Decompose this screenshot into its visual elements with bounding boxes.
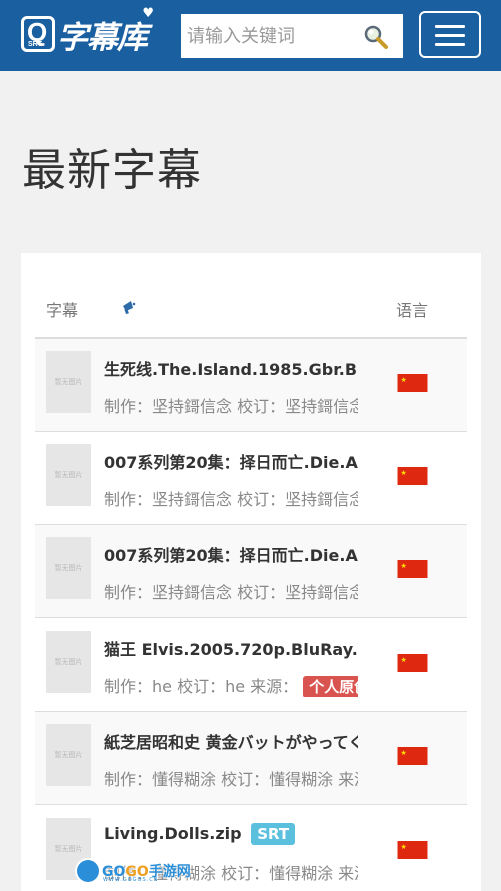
format-badge: SRT — [251, 823, 296, 845]
search-box — [181, 14, 403, 58]
subtitle-meta: 制作：he 校订：he 来源： 个人原创 — [104, 673, 358, 697]
svg-text:★: ★ — [401, 376, 407, 384]
subtitle-title-link[interactable]: 生死线.The.Island.1985.Gbr.BluRay — [104, 356, 358, 380]
china-flag-icon: ★ — [397, 747, 428, 765]
svg-text:★: ★ — [401, 843, 407, 851]
watermark-subtext: WWW.GOGOS.CN — [103, 877, 159, 883]
svg-text:★: ★ — [401, 749, 407, 757]
subtitle-meta: 制作：坚持鎶信念 校订：坚持鎶信念 — [104, 583, 358, 602]
table-row[interactable]: 暂无图片 007系列第20集：择日而亡.Die.Another 制作：坚持鎶信念… — [35, 525, 467, 618]
search-icon[interactable] — [363, 24, 389, 50]
source-tag: 个人原创 — [303, 676, 358, 697]
table-row[interactable]: 暂无图片 生死线.The.Island.1985.Gbr.BluRay 制作：坚… — [35, 339, 467, 432]
thumbnail-placeholder: 暂无图片 — [46, 444, 91, 506]
subtitle-title-link[interactable]: 紙芝居昭和史 黄金バットがやってくる — [104, 729, 358, 753]
thumbnail-placeholder: 暂无图片 — [46, 724, 91, 786]
subtitle-meta: 制作：坚持鎶信念 校订：坚持鎶信念 — [104, 397, 358, 416]
site-logo[interactable]: Q SRT 字幕库 ♥ — [21, 5, 161, 59]
china-flag-icon: ★ — [397, 560, 428, 578]
china-flag-icon: ★ — [397, 841, 428, 859]
column-header-language: 语言 — [396, 301, 429, 320]
table-row[interactable]: 暂无图片 猫王 Elvis.2005.720p.BluRay.YTS. 制作：h… — [35, 619, 467, 712]
logo-badge-icon: Q SRT — [21, 16, 55, 52]
search-input[interactable] — [187, 14, 357, 58]
svg-text:★: ★ — [401, 562, 407, 570]
china-flag-icon: ★ — [397, 374, 428, 392]
column-header-subtitle: 字幕 — [46, 301, 79, 320]
table-row[interactable]: 暂无图片 007系列第20集：择日而亡.Die.Another 制作：坚持鎶信念… — [35, 432, 467, 525]
subtitle-title-link[interactable]: 猫王 Elvis.2005.720p.BluRay.YTS. — [104, 636, 358, 660]
subtitle-title-link[interactable]: 007系列第20集：择日而亡.Die.Another — [104, 449, 358, 473]
svg-text:★: ★ — [401, 469, 407, 477]
china-flag-icon: ★ — [397, 654, 428, 672]
subtitle-meta: 制作：懂得糊涂 校订：懂得糊涂 来源 — [104, 770, 358, 789]
china-flag-icon: ★ — [397, 467, 428, 485]
page-title: 最新字幕 — [22, 145, 202, 196]
hamburger-line — [435, 43, 465, 46]
thumbnail-placeholder: 暂无图片 — [46, 631, 91, 693]
menu-button[interactable] — [419, 11, 481, 58]
subtitle-meta: 制作：坚持鎶信念 校订：坚持鎶信念 — [104, 490, 358, 509]
heart-icon: ♥ — [142, 5, 154, 21]
table-header: 字幕 语言 — [35, 253, 467, 339]
subtitle-table: 字幕 语言 暂无图片 生死线.The.Island.1985.Gbr.BluRa… — [21, 253, 481, 891]
top-header: Q SRT 字幕库 ♥ — [0, 0, 501, 71]
table-row[interactable]: 暂无图片 紙芝居昭和史 黄金バットがやってくる 制作：懂得糊涂 校订：懂得糊涂 … — [35, 712, 467, 805]
gamepad-icon — [77, 860, 99, 882]
svg-text:★: ★ — [401, 656, 407, 664]
subtitle-title-link[interactable]: Living.Dolls.zip SRT — [104, 823, 358, 847]
hamburger-line — [435, 34, 465, 37]
thumbnail-placeholder: 暂无图片 — [46, 537, 91, 599]
thumbnail-placeholder: 暂无图片 — [46, 351, 91, 413]
watermark-logo: GOGO手游网 WWW.GOGOS.CN — [77, 858, 192, 884]
megaphone-icon[interactable] — [121, 298, 139, 316]
subtitle-title-link[interactable]: 007系列第20集：择日而亡.Die.Another — [104, 542, 358, 566]
logo-text: 字幕库 ♥ — [57, 5, 154, 56]
hamburger-line — [435, 25, 465, 28]
